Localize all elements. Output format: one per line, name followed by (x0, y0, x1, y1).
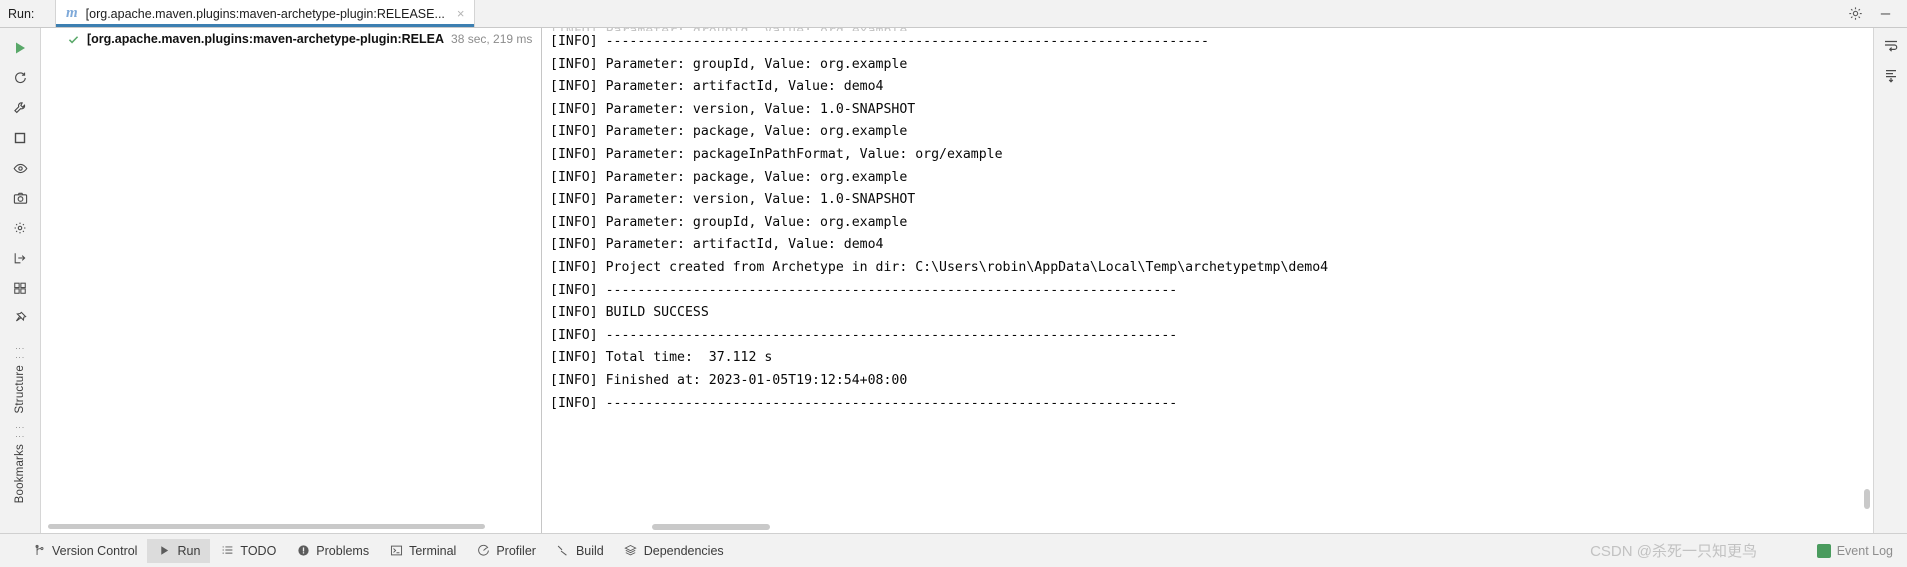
sidebar-item-todo[interactable]: TODO (210, 539, 286, 563)
console-line: [INFO] BUILD SUCCESS (550, 305, 709, 321)
close-icon[interactable]: × (451, 7, 465, 20)
toggle-visibility-button[interactable] (6, 154, 34, 182)
console-line: [INFO] Finished at: 2023-01-05T19:12:54+… (550, 372, 908, 388)
status-item-label: Build (575, 543, 604, 558)
minimize-icon[interactable] (1877, 6, 1893, 22)
event-log-icon (1816, 543, 1831, 558)
drag-handle-icon: ⋮⋮ (15, 423, 25, 442)
run-tree-item-title: [org.apache.maven.plugins:maven-archetyp… (87, 32, 445, 46)
console-line: [INFO] Parameter: packageInPathFormat, V… (550, 146, 1003, 162)
event-log-label: Event Log (1836, 543, 1893, 558)
console-text: [INFO] Parameter: groupId, Value: org.ex… (542, 28, 1873, 533)
error-icon (296, 544, 310, 558)
hammer-icon (556, 544, 570, 558)
profiler-icon (476, 544, 490, 558)
bookmarks-tool-label-group[interactable]: ⋮⋮ Bookmarks (14, 423, 26, 503)
console-line: [INFO] Parameter: groupId, Value: org.ex… (550, 56, 908, 72)
run-tree-panel: [org.apache.maven.plugins:maven-archetyp… (41, 28, 542, 533)
scroll-to-end-icon[interactable] (1881, 66, 1901, 86)
console-line: [INFO] Parameter: version, Value: 1.0-SN… (550, 101, 916, 117)
layers-icon (624, 544, 638, 558)
stop-button[interactable] (6, 124, 34, 152)
drag-handle-icon: ⋮⋮ (15, 344, 25, 362)
console-line: [INFO] Parameter: artifactId, Value: dem… (550, 237, 884, 253)
watermark: CSDN @杀死一只知更鸟 (1590, 543, 1757, 560)
console-line: [INFO] ---------------------------------… (550, 34, 1209, 49)
camera-icon[interactable] (6, 184, 34, 212)
status-item-label: Profiler (496, 543, 536, 558)
soft-wrap-icon[interactable] (1881, 36, 1901, 56)
status-item-label: Dependencies (643, 543, 724, 558)
console-line: [INFO] Project created from Archetype in… (550, 259, 1329, 275)
filter-icon[interactable] (6, 214, 34, 242)
rerun-button[interactable] (6, 34, 34, 62)
sidebar-item-bookmarks[interactable]: Bookmarks (14, 444, 26, 503)
status-item-label: Problems (316, 543, 370, 558)
console-line: [INFO] Total time: 37.112 s (550, 350, 773, 366)
console-line: [INFO] Parameter: package, Value: org.ex… (550, 169, 908, 185)
sidebar-item-version-control[interactable]: Version Control (22, 539, 147, 563)
run-toolwindow-header: Run: m [org.apache.maven.plugins:maven-a… (0, 0, 1907, 28)
sidebar-item-run[interactable]: Run (147, 538, 211, 563)
console-vertical-scrollbar[interactable] (1864, 489, 1870, 509)
event-log-button[interactable]: Event Log (1816, 543, 1893, 558)
console-line: [INFO] Parameter: groupId, Value: org.ex… (550, 214, 908, 230)
expand-all-icon[interactable] (6, 274, 34, 302)
tree-row[interactable]: [org.apache.maven.plugins:maven-archetyp… (41, 28, 541, 50)
sidebar-item-problems[interactable]: Problems (286, 539, 379, 563)
sidebar-item-structure[interactable]: Structure (14, 365, 26, 413)
rerun-failed-tests-button[interactable] (6, 64, 34, 92)
console-line: [INFO] ---------------------------------… (550, 395, 1178, 411)
pin-icon[interactable] (6, 304, 34, 332)
gear-icon[interactable] (1847, 6, 1863, 22)
run-toolwindow-label: Run: (0, 0, 55, 27)
header-spacer (474, 0, 1847, 27)
console-horizontal-scrollbar[interactable] (652, 524, 770, 530)
status-bar: Version Control Run TODO Problems Termin… (0, 533, 1907, 567)
console-actions-toolbar (1873, 28, 1907, 533)
configure-button[interactable] (6, 94, 34, 122)
ide-window: Run: m [org.apache.maven.plugins:maven-a… (0, 0, 1907, 567)
console-line: [INFO] Parameter: artifactId, Value: dem… (550, 79, 884, 95)
status-item-label: Version Control (52, 543, 138, 558)
console-line: [INFO] Parameter: package, Value: org.ex… (550, 124, 908, 140)
terminal-icon (389, 544, 403, 558)
console-output-panel[interactable]: [INFO] Parameter: groupId, Value: org.ex… (542, 28, 1873, 533)
run-toolwindow-body: ⋮⋮ Structure ⋮⋮ Bookmarks [org.apache.ma… (0, 28, 1907, 533)
play-icon (157, 544, 171, 558)
tree-horizontal-scrollbar[interactable] (48, 524, 485, 529)
list-icon (220, 544, 234, 558)
header-actions (1847, 0, 1907, 27)
status-item-label: Terminal (409, 543, 457, 558)
status-item-label: Run (177, 543, 201, 558)
structure-tool-label-group[interactable]: ⋮⋮ Structure (14, 344, 26, 413)
run-configuration-tab[interactable]: m [org.apache.maven.plugins:maven-archet… (55, 0, 475, 27)
console-line: [INFO] Parameter: version, Value: 1.0-SN… (550, 192, 916, 208)
run-duration: 38 sec, 219 ms (451, 32, 533, 46)
sidebar-item-terminal[interactable]: Terminal (379, 539, 466, 563)
console-line: [INFO] ---------------------------------… (550, 282, 1178, 298)
sidebar-item-dependencies[interactable]: Dependencies (614, 539, 734, 563)
sidebar-item-profiler[interactable]: Profiler (466, 539, 546, 563)
run-tab-title: [org.apache.maven.plugins:maven-archetyp… (85, 6, 445, 21)
status-item-label: TODO (240, 543, 277, 558)
console-line: [INFO] ---------------------------------… (550, 327, 1178, 343)
import-icon[interactable] (6, 244, 34, 272)
branch-icon (32, 544, 46, 558)
sidebar-item-build[interactable]: Build (546, 539, 614, 563)
check-icon (67, 33, 80, 46)
run-actions-toolbar: ⋮⋮ Structure ⋮⋮ Bookmarks (0, 28, 41, 533)
maven-icon: m (66, 5, 78, 21)
